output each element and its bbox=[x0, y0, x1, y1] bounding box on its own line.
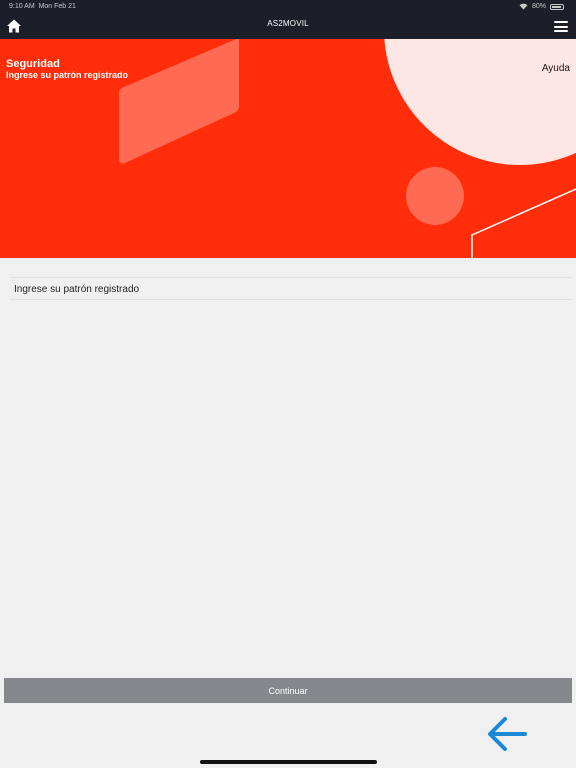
home-indicator bbox=[200, 760, 377, 764]
nav-bar: AS2MOVIL bbox=[0, 14, 576, 39]
wifi-icon bbox=[519, 3, 528, 10]
banner-subtitle: Ingrese su patrón registrado bbox=[6, 70, 129, 80]
status-bar: 9:10 AM Mon Feb 21 80% bbox=[0, 0, 576, 14]
pattern-field[interactable]: Ingrese su patrón registrado bbox=[10, 277, 572, 300]
help-link[interactable]: Ayuda bbox=[542, 63, 570, 74]
header-banner: Seguridad Ingrese su patrón registrado A… bbox=[0, 39, 576, 258]
banner-title: Seguridad bbox=[6, 58, 60, 70]
hamburger-menu-icon[interactable] bbox=[554, 21, 568, 32]
arrow-left-icon[interactable] bbox=[485, 713, 529, 755]
status-time: 9:10 AM Mon Feb 21 bbox=[9, 3, 76, 10]
app-title: AS2MOVIL bbox=[267, 19, 309, 28]
battery-icon bbox=[550, 3, 564, 10]
pattern-field-label: Ingrese su patrón registrado bbox=[14, 284, 140, 295]
battery-percent: 80% bbox=[531, 3, 546, 10]
continue-button[interactable]: Continuar bbox=[4, 678, 572, 703]
